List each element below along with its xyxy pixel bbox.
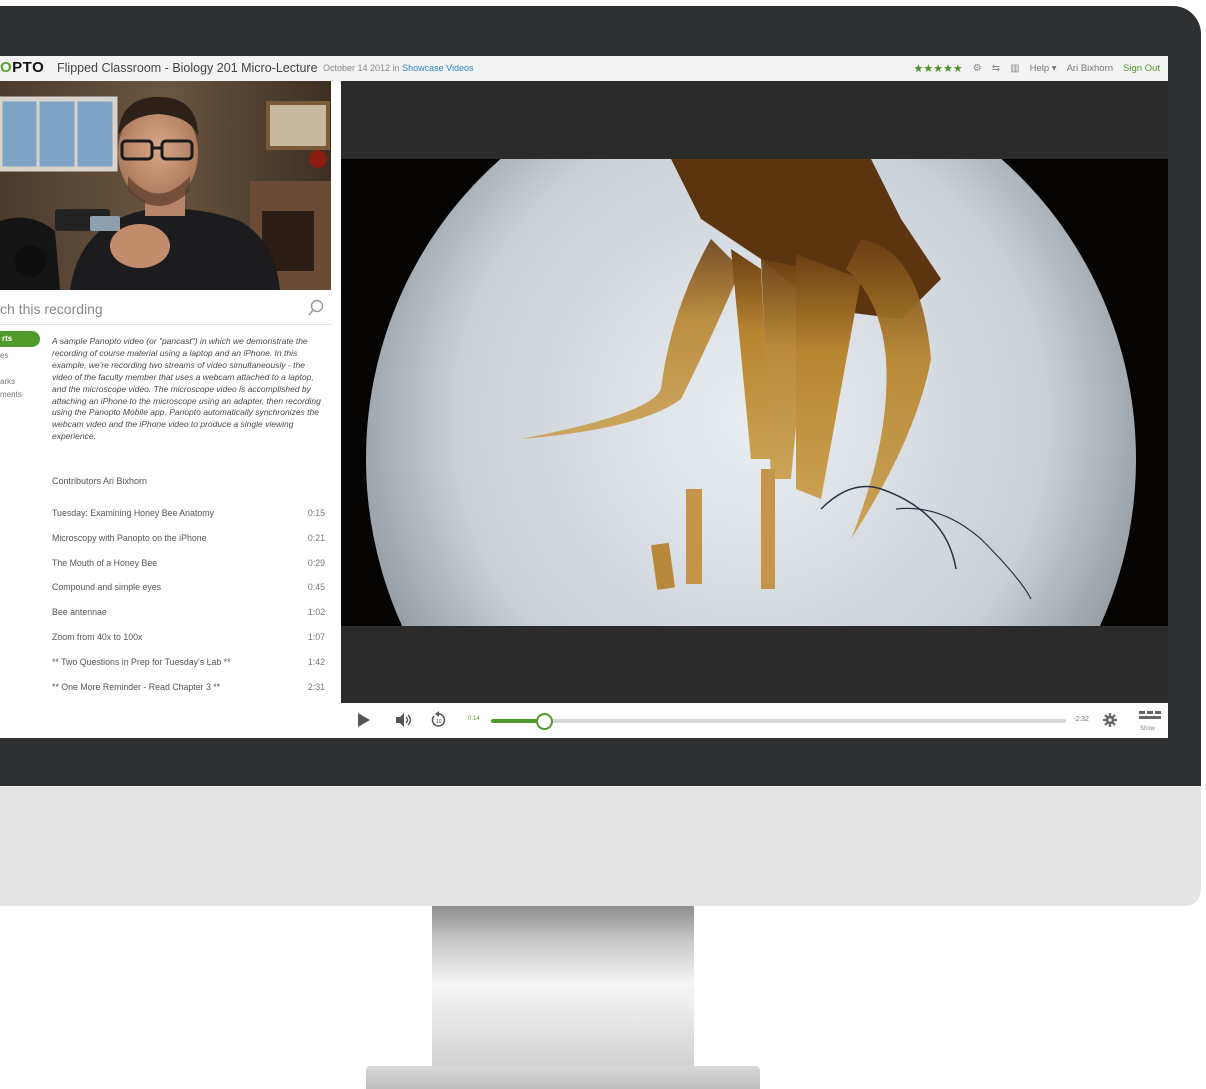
share-icon[interactable]: ⇆: [992, 63, 1000, 74]
side-tabs: rts es arks ments: [0, 331, 46, 403]
monitor-chin: [0, 786, 1201, 906]
toc-title: ** Two Questions in Prep for Tuesday's L…: [52, 656, 231, 667]
toc-time: 0:15: [307, 508, 325, 518]
toc-title: ** One More Reminder - Read Chapter 3 **: [52, 681, 221, 692]
webcam-image: [0, 81, 331, 290]
play-icon[interactable]: [357, 713, 371, 727]
recording-meta: October 14 2012 in Showcase Videos: [323, 63, 473, 73]
tab-notes[interactable]: es: [0, 351, 46, 363]
recording-title: Flipped Classroom - Biology 201 Micro-Le…: [57, 61, 318, 75]
toc-row[interactable]: The Mouth of a Honey Bee 0:29: [52, 551, 325, 576]
svg-text:10: 10: [436, 719, 442, 725]
microscope-frame: [341, 159, 1168, 626]
toc-time: 0:21: [307, 532, 325, 543]
folder-link[interactable]: Showcase Videos: [402, 63, 473, 73]
toc-time: 0:45: [307, 582, 325, 593]
toc-time: 1:42: [307, 656, 325, 667]
left-panel: ch this recording rts es arks ments A sa…: [0, 81, 340, 738]
toc-title: Microscopy with Panopto on the iPhone: [52, 532, 207, 543]
toc-time: 1:07: [307, 631, 325, 642]
progress-handle[interactable]: [536, 713, 554, 730]
volume-icon[interactable]: [395, 713, 413, 727]
toc-row[interactable]: Tuesday: Examining Honey Bee Anatomy 0:15: [52, 501, 325, 526]
sign-out-link[interactable]: Sign Out: [1123, 63, 1160, 74]
toc-title: Tuesday: Examining Honey Bee Anatomy: [52, 508, 215, 518]
toc-time: 1:02: [307, 607, 325, 618]
toc-row[interactable]: Microscopy with Panopto on the iPhone 0:2…: [52, 526, 325, 551]
table-of-contents: Tuesday: Examining Honey Bee Anatomy 0:15…: [52, 501, 325, 699]
header-tools: ★★★★★ ⚙ ⇆ ▥ Help ▾ Ari Bixhorn Sign Out: [913, 62, 1160, 75]
microscope-image: [341, 159, 1168, 626]
main-video[interactable]: [341, 81, 1168, 703]
tab-contents[interactable]: rts: [0, 331, 40, 347]
player-controls: 10 0:14 -2:32 Show: [341, 703, 1168, 738]
progress-bar[interactable]: [491, 713, 1066, 730]
tab-blank[interactable]: [0, 364, 46, 376]
toc-time: 0:29: [307, 557, 325, 568]
toc-title: Zoom from 40x to 100x: [52, 631, 143, 642]
settings-gear-icon[interactable]: [1103, 713, 1117, 727]
toc-title: Compound and simple eyes: [52, 582, 162, 593]
toc-title: The Mouth of a Honey Bee: [52, 557, 158, 568]
monitor-stand: [432, 906, 694, 1070]
show-label: Show: [1140, 726, 1156, 732]
show-panels-icon[interactable]: [1139, 711, 1161, 721]
rewind-icon[interactable]: 10: [430, 711, 448, 729]
recording-date: October 14 2012 in: [323, 63, 400, 73]
toc-row[interactable]: ** Two Questions in Prep for Tuesday's L…: [52, 650, 325, 675]
recording-description: A sample Panopto video (or "pancast") in…: [52, 336, 321, 442]
search-input[interactable]: ch this recording: [0, 301, 103, 317]
toc-title: Bee antennae: [52, 607, 107, 618]
logo-o: O: [0, 59, 13, 76]
toc-row[interactable]: Zoom from 40x to 100x 1:07: [52, 625, 325, 650]
remaining-time: -2:32: [1073, 716, 1089, 723]
toc-row[interactable]: Bee antennae 1:02: [52, 600, 325, 625]
logo-text: PTO: [12, 59, 45, 76]
webcam-video[interactable]: [0, 81, 331, 290]
help-menu[interactable]: Help ▾: [1030, 63, 1057, 74]
tab-bookmarks[interactable]: arks: [0, 377, 46, 389]
user-name: Ari Bixhorn: [1066, 63, 1114, 74]
toc-time: 2:31: [307, 681, 325, 692]
monitor-foot: [366, 1066, 760, 1089]
panopto-logo[interactable]: OPTO: [0, 59, 44, 76]
screen: OPTO Flipped Classroom - Biology 201 Mic…: [0, 56, 1168, 738]
search-icon[interactable]: [307, 299, 325, 317]
current-time: 0:14: [468, 716, 480, 722]
toc-row[interactable]: ** One More Reminder - Read Chapter 3 **…: [52, 675, 325, 700]
stats-icon[interactable]: ▥: [1010, 63, 1019, 74]
settings-icon[interactable]: ⚙: [973, 63, 982, 74]
toc-row[interactable]: Compound and simple eyes 0:45: [52, 575, 325, 600]
top-bar: OPTO Flipped Classroom - Biology 201 Mic…: [0, 56, 1168, 82]
rating-stars[interactable]: ★★★★★: [913, 62, 962, 75]
contributors: Contributors Ari Bixhorn: [52, 476, 148, 486]
tab-comments[interactable]: ments: [0, 390, 46, 402]
search-box[interactable]: ch this recording: [0, 294, 331, 325]
